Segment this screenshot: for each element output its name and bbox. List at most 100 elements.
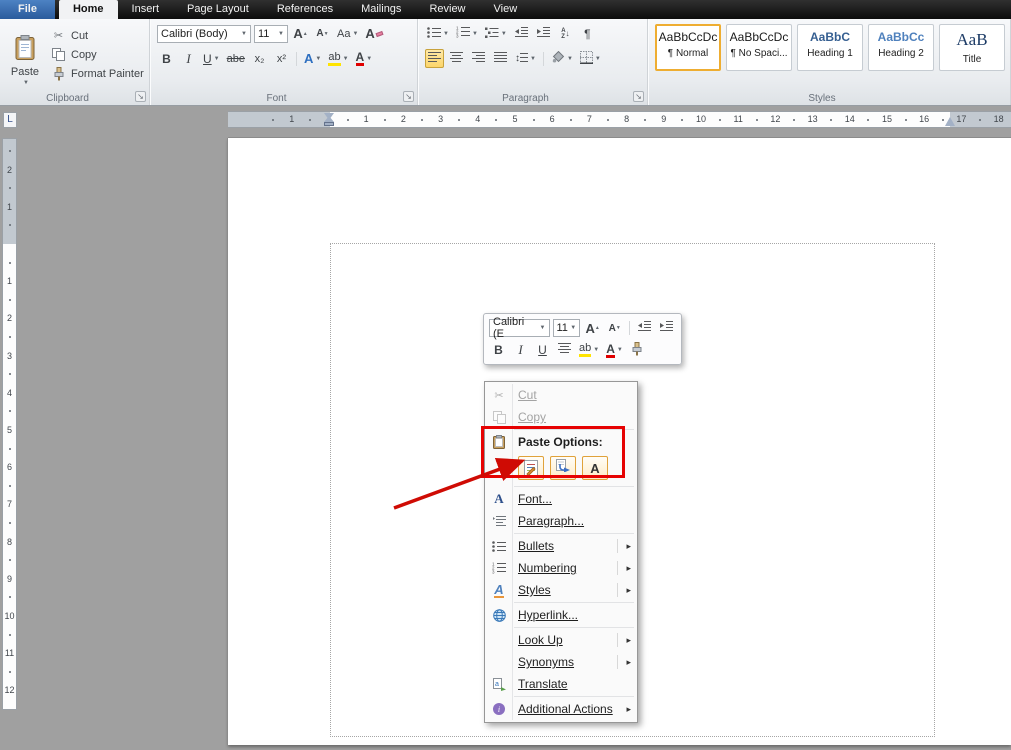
paste-keep-source-formatting-button[interactable] [518, 456, 544, 480]
superscript-button[interactable]: x² [272, 49, 291, 68]
paste-keep-text-only-button[interactable]: A [582, 456, 608, 480]
style-title[interactable]: AaB Title [939, 24, 1005, 71]
mini-highlight-button[interactable]: ab ▼ [577, 341, 601, 360]
menu-item-cut[interactable]: ✂ Cut [485, 384, 637, 406]
submenu-arrow-icon: ▸ [626, 584, 631, 595]
tab-review[interactable]: Review [415, 0, 479, 19]
menu-item-bullets[interactable]: Bullets ▸ [485, 535, 637, 557]
style-normal[interactable]: AaBbCcDc ¶ Normal [655, 24, 721, 71]
decrease-indent-button[interactable] [512, 24, 531, 43]
align-right-button[interactable] [469, 49, 488, 68]
mini-italic-button[interactable]: I [511, 341, 530, 360]
clipboard-small-buttons: ✂ Cut Copy Format Painter [48, 27, 147, 82]
ruler-tick [458, 119, 461, 121]
ruler-tick [532, 119, 535, 121]
mini-font-name-select[interactable]: Calibri (E ▼ [489, 316, 550, 340]
mini-font-color-button[interactable]: A ▼ [604, 341, 625, 360]
mini-format-painter-button[interactable] [628, 341, 647, 360]
copy-button[interactable]: Copy [48, 46, 147, 63]
multilevel-list-button[interactable]: ▼ [483, 24, 509, 43]
clear-formatting-button[interactable]: A [363, 24, 384, 43]
font-name-select[interactable]: Calibri (Body) ▼ [157, 24, 251, 43]
borders-button[interactable]: ▼ [578, 49, 603, 68]
mini-font-size-select[interactable]: 11 ▼ [552, 319, 581, 337]
bold-button[interactable]: B [157, 49, 176, 68]
style-preview: AaB [956, 30, 988, 49]
left-indent-marker[interactable] [324, 122, 334, 126]
menu-item-font[interactable]: A Font... [485, 488, 637, 510]
menu-item-look-up[interactable]: Look Up ▸ [485, 629, 637, 651]
menu-item-label: Hyperlink... [518, 608, 579, 622]
bullets-icon [427, 26, 441, 41]
mini-increase-indent-button[interactable] [657, 319, 676, 338]
mini-decrease-indent-button[interactable] [635, 319, 654, 338]
style-no-spacing[interactable]: AaBbCcDc ¶ No Spaci... [726, 24, 792, 71]
tab-page-layout[interactable]: Page Layout [173, 0, 263, 19]
paste-dropdown-icon[interactable]: ▼ [23, 80, 29, 86]
text-effects-button[interactable]: A ▼ [302, 49, 323, 68]
highlight-color-button[interactable]: ab ▼ [326, 49, 350, 68]
ruler-tick [8, 522, 11, 524]
underline-button[interactable]: U ▼ [201, 49, 222, 68]
subscript-button[interactable]: x₂ [250, 49, 269, 68]
paragraph-dialog-launcher[interactable]: ↘ [633, 91, 644, 102]
ruler-tick [8, 633, 11, 636]
increase-indent-button[interactable] [534, 24, 553, 43]
tab-file[interactable]: File [0, 0, 55, 19]
menu-item-styles[interactable]: A Styles ▸ [485, 579, 637, 601]
align-left-button[interactable] [425, 49, 444, 68]
mini-bold-button[interactable]: B [489, 341, 508, 360]
mini-grow-font-button[interactable]: A ▲ [583, 319, 602, 338]
clipboard-dialog-launcher[interactable]: ↘ [135, 91, 146, 102]
style-preview: AaBbC [809, 30, 850, 44]
menu-item-additional-actions[interactable]: i Additional Actions ▸ [485, 698, 637, 720]
menu-item-synonyms[interactable]: Synonyms ▸ [485, 651, 637, 673]
ruler-tick [421, 119, 423, 121]
menu-item-paragraph[interactable]: Paragraph... [485, 510, 637, 532]
line-spacing-button[interactable]: ↕ ▼ [513, 49, 538, 68]
style-heading-2[interactable]: AaBbCc Heading 2 [868, 24, 934, 71]
grow-font-button[interactable]: A ▲ [291, 24, 310, 43]
tab-home[interactable]: Home [58, 0, 118, 19]
show-formatting-marks-button[interactable]: ¶ [578, 24, 597, 43]
format-painter-button[interactable]: Format Painter [48, 65, 147, 82]
tab-mailings[interactable]: Mailings [347, 0, 415, 19]
tab-stop-selector[interactable]: L [3, 112, 17, 128]
bullets-button[interactable]: ▼ [425, 24, 451, 43]
font-dialog-launcher[interactable]: ↘ [403, 91, 414, 102]
ruler-tick [569, 119, 572, 121]
change-case-button[interactable]: Aa ▼ [335, 24, 360, 43]
menu-item-numbering[interactable]: 123 Numbering ▸ [485, 557, 637, 579]
paste-merge-formatting-button[interactable] [550, 456, 576, 480]
style-heading-1[interactable]: AaBbC Heading 1 [797, 24, 863, 71]
menu-item-copy[interactable]: Copy [485, 406, 637, 428]
shrink-font-button[interactable]: A ▼ [313, 24, 332, 43]
decrease-indent-icon [514, 26, 528, 41]
tab-insert[interactable]: Insert [118, 0, 174, 19]
strikethrough-button[interactable]: abe [225, 49, 247, 68]
justify-button[interactable] [491, 49, 510, 68]
sort-button[interactable]: AZ ↓ [556, 24, 575, 43]
ruler-tick [941, 119, 944, 121]
ruler-number: 7 [586, 114, 592, 124]
ruler-tick [8, 298, 11, 301]
font-row-2: B I U ▼ abe x₂ x² A ▼ ab ▼ A ▼ [157, 48, 417, 69]
tab-references[interactable]: References [263, 0, 347, 19]
italic-button[interactable]: I [179, 49, 198, 68]
shading-button[interactable]: ▼ [549, 49, 575, 68]
mini-underline-button[interactable]: U [533, 341, 552, 360]
tab-view[interactable]: View [480, 0, 532, 19]
menu-item-translate[interactable]: a Translate [485, 673, 637, 695]
font-size-select[interactable]: 11 ▼ [254, 24, 288, 43]
right-indent-marker[interactable] [945, 117, 955, 126]
cut-button[interactable]: ✂ Cut [48, 27, 147, 44]
vertical-ruler[interactable]: 1 2 3 4 5 6 7 8 9 10 11 12 1 2 [2, 138, 17, 710]
numbering-button[interactable]: 123 ▼ [454, 24, 480, 43]
mini-shrink-font-button[interactable]: A ▼ [605, 319, 624, 338]
menu-item-hyperlink[interactable]: Hyperlink... [485, 604, 637, 626]
align-center-button[interactable] [447, 49, 466, 68]
horizontal-ruler[interactable]: 1 2 3 4 5 6 7 8 9 10 11 12 13 14 15 16 17 18 1 [228, 111, 1011, 128]
font-color-button[interactable]: A ▼ [354, 49, 375, 68]
mini-align-button[interactable] [555, 341, 574, 360]
paste-button[interactable]: Paste ▼ [5, 23, 45, 97]
